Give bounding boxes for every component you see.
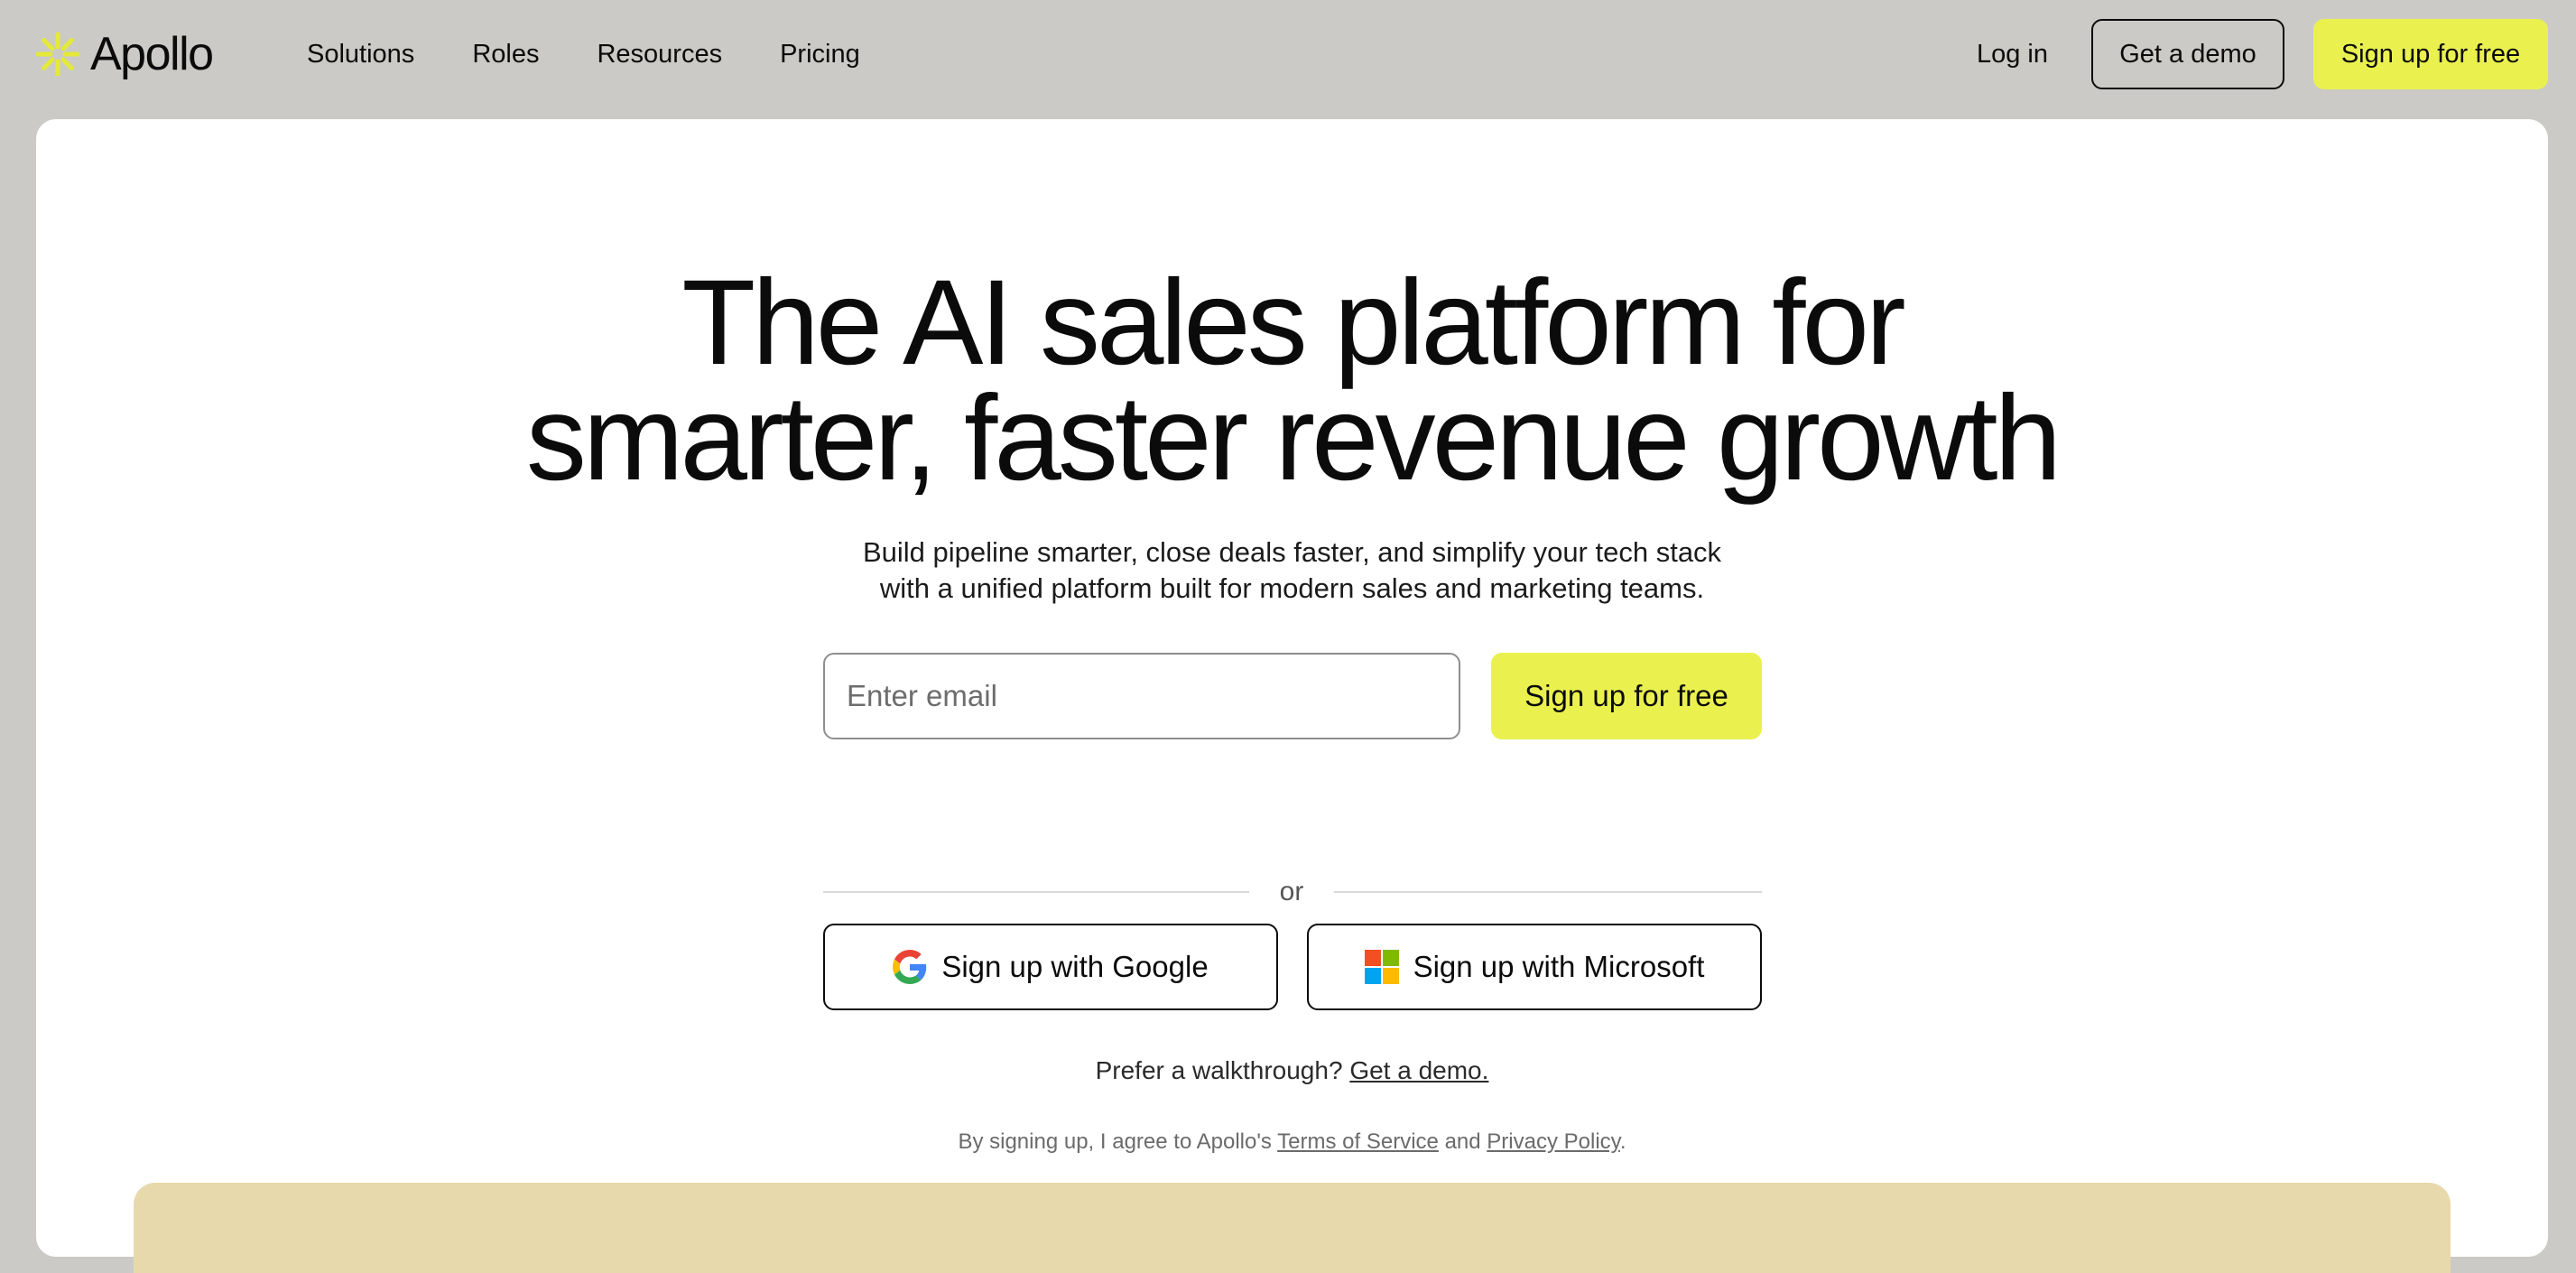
oauth-buttons: Sign up with Google Sign up with Microso… xyxy=(823,924,1762,1010)
hero-subtitle-line-1: Build pipeline smarter, close deals fast… xyxy=(862,536,1722,568)
divider-line-right xyxy=(1334,891,1762,893)
get-demo-button[interactable]: Get a demo xyxy=(2091,19,2284,89)
main-nav: Solutions Roles Resources Pricing xyxy=(307,33,918,76)
microsoft-logo-icon xyxy=(1364,950,1399,984)
signup-submit-button[interactable]: Sign up for free xyxy=(1491,653,1762,739)
login-link[interactable]: Log in xyxy=(1977,40,2048,70)
nav-link-resources[interactable]: Resources xyxy=(597,40,722,70)
hero-title: The AI sales platform for smarter, faste… xyxy=(36,256,2548,506)
google-g-icon xyxy=(893,950,927,984)
hero-subtitle-line-2: with a unified platform built for modern… xyxy=(879,572,1705,604)
or-divider: or xyxy=(823,874,1762,910)
legal-notice: By signing up, I agree to Apollo's Terms… xyxy=(36,1128,2548,1157)
terms-of-service-link[interactable]: Terms of Service xyxy=(1277,1129,1439,1154)
nav-link-solutions[interactable]: Solutions xyxy=(307,40,414,70)
apollo-asterisk-logo-icon xyxy=(35,32,80,77)
legal-period: . xyxy=(1619,1129,1626,1154)
email-input[interactable] xyxy=(823,653,1460,739)
or-text: or xyxy=(1279,877,1304,906)
email-signup-form: Sign up for free xyxy=(823,653,1762,739)
legal-text: By signing up, I agree to Apollo's xyxy=(958,1129,1272,1154)
divider-line-left xyxy=(823,891,1249,893)
google-signup-label: Sign up with Google xyxy=(941,950,1209,983)
microsoft-signup-button[interactable]: Sign up with Microsoft xyxy=(1307,924,1762,1010)
walkthrough-text: Prefer a walkthrough? xyxy=(1095,1056,1343,1084)
google-signup-button[interactable]: Sign up with Google xyxy=(823,924,1278,1010)
legal-conjunction: and xyxy=(1444,1129,1481,1154)
hero-subtitle: Build pipeline smarter, close deals fast… xyxy=(36,534,2548,607)
hero-card: The AI sales platform for smarter, faste… xyxy=(36,119,2548,1273)
privacy-policy-link[interactable]: Privacy Policy xyxy=(1487,1129,1620,1154)
hero-title-line-2: smarter, faster revenue growth xyxy=(525,371,2062,506)
signup-button-header[interactable]: Sign up for free xyxy=(2313,19,2548,89)
nav-link-roles[interactable]: Roles xyxy=(472,40,539,70)
get-demo-link[interactable]: Get a demo. xyxy=(1349,1056,1488,1084)
brand-name: Apollo xyxy=(90,28,214,80)
hero-title-line-1: The AI sales platform for xyxy=(681,256,1905,390)
walkthrough-prompt: Prefer a walkthrough? Get a demo. xyxy=(36,1055,2548,1087)
microsoft-signup-label: Sign up with Microsoft xyxy=(1413,950,1705,983)
top-navigation: Apollo Solutions Roles Resources Pricing… xyxy=(0,0,2576,119)
nav-actions: Log in Get a demo Sign up for free xyxy=(1977,18,2548,90)
product-preview-panel xyxy=(134,1183,2451,1273)
apollo-logo[interactable]: Apollo xyxy=(34,25,214,83)
nav-link-pricing[interactable]: Pricing xyxy=(780,40,860,70)
